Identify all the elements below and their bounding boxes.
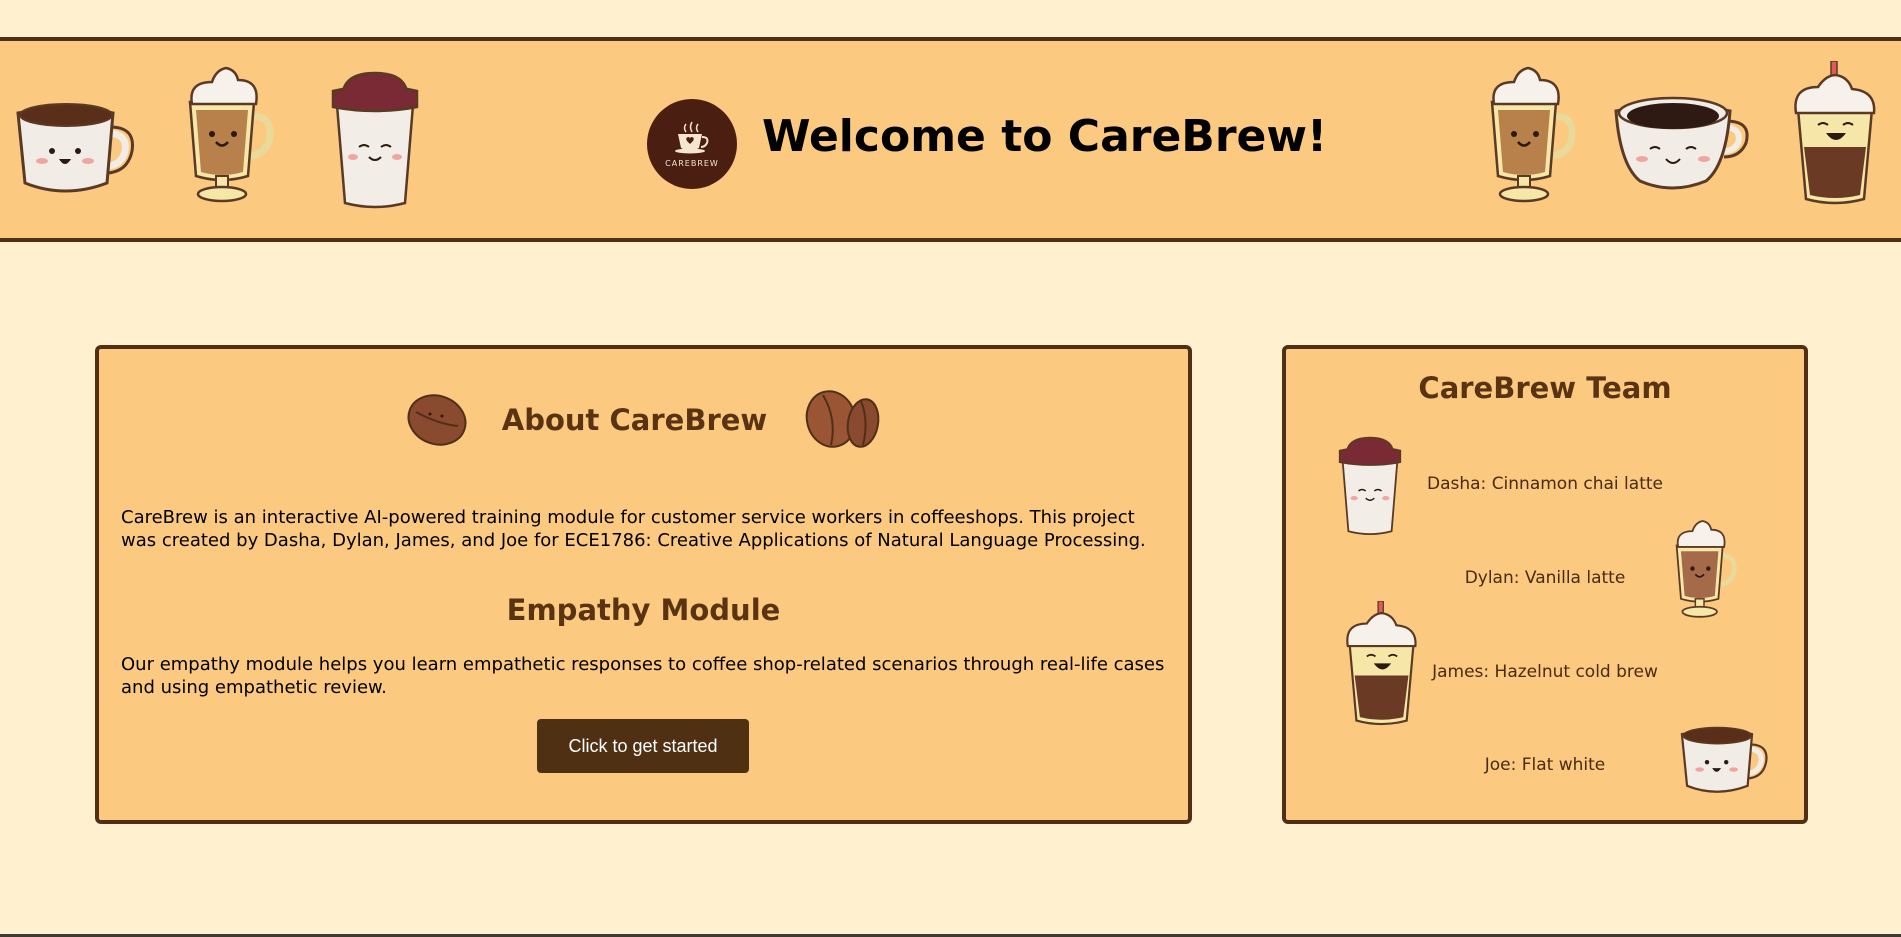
takeaway-cup-icon (331, 71, 419, 209)
logo-text: CAREBREW (665, 159, 719, 168)
team-title: CareBrew Team (1418, 371, 1672, 405)
team-member-james: James: Hazelnut cold brew (1432, 662, 1658, 682)
about-title: About CareBrew (501, 403, 768, 437)
team-member-dasha: Dasha: Cinnamon chai latte (1427, 474, 1663, 494)
header-banner: CAREBREW Welcome to CareBrew! (0, 37, 1901, 242)
get-started-button[interactable]: Click to get started (537, 719, 749, 773)
coffee-cup-icon (1614, 96, 1749, 190)
iced-drink-icon (1794, 61, 1876, 205)
coffee-bean-icon (407, 394, 467, 446)
coffee-beans-icon (805, 390, 880, 448)
about-heading-row: About CareBrew (99, 389, 1188, 451)
carebrew-logo: CAREBREW (647, 99, 737, 189)
mug-mascot-icon (16, 103, 135, 193)
whipped-latte-glass-icon (188, 66, 274, 203)
about-description: CareBrew is an interactive AI-powered tr… (121, 507, 1146, 551)
page-title: Welcome to CareBrew! (762, 111, 1328, 162)
team-member-joe: Joe: Flat white (1484, 755, 1606, 775)
team-panel: CareBrew Team Dasha: Cinnamon chai latte… (1282, 345, 1808, 824)
empathy-module-description: Our empathy module helps you learn empat… (121, 654, 1165, 698)
team-member-dylan: Dylan: Vanilla latte (1464, 568, 1626, 588)
empathy-module-title: Empathy Module (506, 593, 781, 627)
whipped-latte-glass-icon (1490, 66, 1576, 203)
about-panel: About CareBrew CareBrew is an interactiv… (95, 345, 1192, 824)
coffee-cup-logo-icon (675, 121, 709, 154)
